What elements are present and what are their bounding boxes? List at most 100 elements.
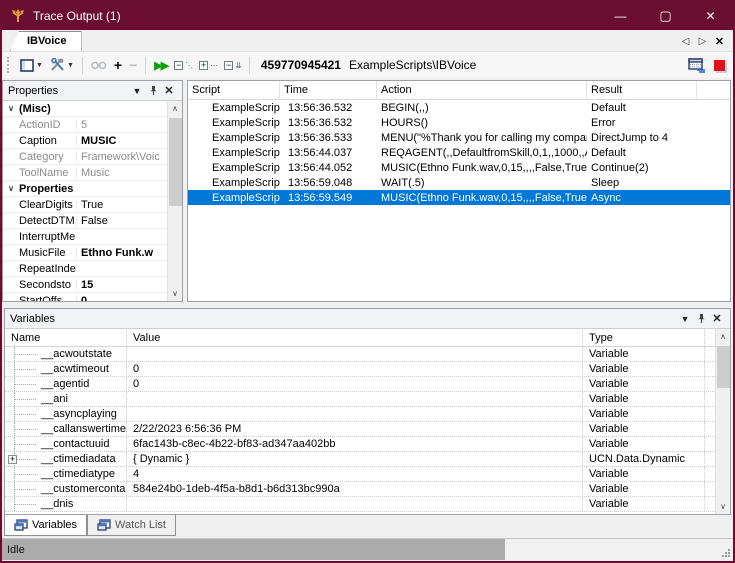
property-label: ToolName — [19, 167, 76, 179]
collapse-all-button[interactable]: − ⋱ — [171, 55, 195, 75]
property-row[interactable]: Category Framework\Voic — [3, 149, 167, 165]
column-header-value[interactable]: Value — [127, 329, 583, 346]
column-header-time[interactable]: Time — [280, 81, 377, 99]
variable-row[interactable]: + __ctimediadata { Dynamic } UCN.Data.Dy… — [5, 452, 715, 467]
remove-button[interactable]: − — [126, 55, 140, 75]
trace-row[interactable]: ExampleScript 13:56:36.532 BEGIN(,,) Def… — [188, 100, 730, 115]
property-row[interactable]: ToolName Music — [3, 165, 167, 181]
property-row[interactable]: ∨ (Misc) — [3, 101, 167, 117]
scroll-up-icon[interactable]: ∧ — [172, 101, 178, 116]
trace-row[interactable]: ExampleScript 13:56:59.549 MUSIC(Ethno F… — [188, 190, 730, 205]
property-row[interactable]: ∨ Properties — [3, 181, 167, 197]
property-value[interactable]: 0 — [76, 295, 167, 302]
trace-script: ExampleScript — [188, 192, 280, 204]
variable-row[interactable]: __asyncplaying Variable — [5, 407, 715, 422]
pin-icon[interactable] — [145, 85, 161, 96]
titlebar: Trace Output (1) — ▢ ✕ — [2, 2, 733, 30]
stop-icon[interactable] — [714, 60, 725, 71]
trace-row[interactable]: ExampleScript 13:56:36.532 HOURS() Error — [188, 115, 730, 130]
column-header-type[interactable]: Type — [583, 329, 705, 346]
property-row[interactable]: Secondsto 15 — [3, 277, 167, 293]
property-row[interactable]: Caption MUSIC — [3, 133, 167, 149]
expand-levels-button[interactable]: − ⇊ — [221, 55, 244, 75]
panel-menu-icon[interactable]: ▼ — [129, 86, 145, 96]
column-header-action[interactable]: Action — [377, 81, 587, 99]
expand-all-button[interactable]: + ⋯ — [196, 55, 220, 75]
variable-row[interactable]: __dnis Variable — [5, 497, 715, 512]
maximize-button[interactable]: ▢ — [643, 2, 688, 30]
variable-row[interactable]: __callanswertime 2/22/2023 6:56:36 PM Va… — [5, 422, 715, 437]
tab-scroll-left-icon[interactable]: ◁ — [678, 36, 693, 47]
property-row[interactable]: ActionID 5 — [3, 117, 167, 133]
tab-variables[interactable]: Variables — [4, 515, 87, 536]
close-button[interactable]: ✕ — [688, 2, 733, 30]
variables-grid-header: Name Value Type — [5, 329, 715, 347]
property-value[interactable]: Ethno Funk.w — [76, 247, 167, 259]
trace-action: MUSIC(Ethno Funk.wav,0,15,,,,False,True) — [377, 162, 587, 174]
variable-row[interactable]: __ctimediatype 4 Variable — [5, 467, 715, 482]
property-label: ClearDigits — [19, 199, 76, 211]
variable-row[interactable]: __ani Variable — [5, 392, 715, 407]
variable-row[interactable]: __customerconta 584e24b0-1deb-4f5a-b8d1-… — [5, 482, 715, 497]
trace-row[interactable]: ExampleScript 13:56:59.048 WAIT(.5) Slee… — [188, 175, 730, 190]
scroll-up-icon[interactable]: ∧ — [720, 329, 726, 344]
toolbar-grip[interactable] — [7, 57, 12, 73]
property-row[interactable]: InterruptMe — [3, 229, 167, 245]
scroll-down-icon[interactable]: ∨ — [172, 286, 178, 301]
property-row[interactable]: DetectDTM False — [3, 213, 167, 229]
tab-ibvoice[interactable]: IBVoice — [10, 31, 82, 51]
scroll-down-icon[interactable]: ∨ — [720, 499, 726, 514]
trace-time: 13:56:44.037 — [280, 147, 377, 159]
property-row[interactable]: MusicFile Ethno Funk.w — [3, 245, 167, 261]
variable-row[interactable]: __agentid 0 Variable — [5, 377, 715, 392]
trace-row[interactable]: ExampleScript 13:56:36.533 MENU("%Thank … — [188, 130, 730, 145]
trace-script: ExampleScript — [188, 177, 280, 189]
tools-icon — [50, 58, 65, 72]
tab-close-icon[interactable]: ✕ — [712, 35, 727, 48]
add-button[interactable]: + — [111, 55, 125, 75]
trace-row[interactable]: ExampleScript 13:56:44.037 REQAGENT(,,De… — [188, 145, 730, 160]
properties-scrollbar[interactable]: ∧ ∨ — [167, 101, 182, 301]
tab-scroll-right-icon[interactable]: ▷ — [695, 36, 710, 47]
close-panel-icon[interactable]: ✕ — [709, 312, 725, 325]
property-value[interactable]: 5 — [76, 119, 167, 131]
continue-button[interactable]: ▶▶ — [151, 55, 170, 75]
property-value[interactable]: False — [76, 215, 167, 227]
document-tabstrip: IBVoice ◁ ▷ ✕ — [2, 30, 733, 52]
variable-value: 4 — [127, 467, 583, 481]
property-value[interactable]: Music — [76, 167, 167, 179]
trace-action: REQAGENT(,,DefaultfromSkill,0,1,,1000,,A… — [377, 147, 587, 159]
property-row[interactable]: ClearDigits True — [3, 197, 167, 213]
panel-menu-icon[interactable]: ▼ — [677, 314, 693, 324]
variables-scrollbar[interactable]: ∧ ∨ — [715, 329, 730, 514]
variable-row[interactable]: __contactuuid 6fac143b-c8ec-4b22-bf83-ad… — [5, 437, 715, 452]
variable-row[interactable]: __acwtimeout 0 Variable — [5, 362, 715, 377]
watch-glasses-button[interactable] — [88, 55, 110, 75]
trace-row[interactable]: ExampleScript 13:56:44.052 MUSIC(Ethno F… — [188, 160, 730, 175]
expand-plus-icon[interactable]: + — [8, 455, 17, 464]
property-value[interactable]: 15 — [76, 279, 167, 291]
property-row[interactable]: StartOffs 0 — [3, 293, 167, 301]
property-label: MusicFile — [19, 247, 76, 259]
column-header-script[interactable]: Script — [188, 81, 280, 99]
property-value[interactable]: Framework\Voic — [76, 151, 167, 163]
property-value[interactable]: MUSIC — [76, 135, 167, 147]
variable-value: 0 — [127, 362, 583, 376]
pin-icon[interactable] — [693, 313, 709, 324]
window-layout-button[interactable]: ▼ — [17, 55, 46, 75]
minimize-button[interactable]: — — [598, 2, 643, 30]
variable-row[interactable]: __acwoutstate Variable — [5, 347, 715, 362]
tab-watch-list[interactable]: Watch List — [87, 515, 176, 536]
tools-button[interactable]: ▼ — [47, 55, 77, 75]
show-grid-button[interactable] — [688, 58, 706, 73]
property-row[interactable]: RepeatInde — [3, 261, 167, 277]
column-header-name[interactable]: Name — [5, 329, 127, 346]
close-panel-icon[interactable]: ✕ — [161, 84, 177, 97]
column-header-result[interactable]: Result — [587, 81, 697, 99]
scrollbar-thumb[interactable] — [717, 346, 730, 388]
trace-result: DirectJump to 4 — [587, 132, 697, 144]
property-value[interactable]: True — [76, 199, 167, 211]
variable-type: Variable — [583, 437, 705, 451]
scrollbar-thumb[interactable] — [169, 118, 182, 206]
resize-grip-icon[interactable] — [721, 548, 731, 558]
